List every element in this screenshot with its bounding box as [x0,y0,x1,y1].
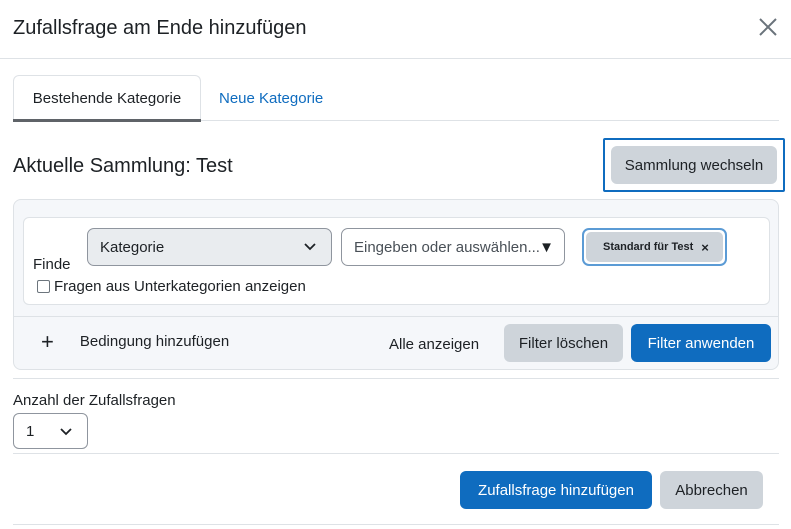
filter-panel: Finde Kategorie Eingeben oder auswählen.… [13,199,779,370]
tab-new-category[interactable]: Neue Kategorie [203,75,339,121]
selected-category-chip-focus: Standard für Test × [582,228,727,266]
tab-existing-category[interactable]: Bestehende Kategorie [13,75,201,122]
cancel-button[interactable]: Abbrechen [660,471,763,509]
divider [13,453,779,454]
dropdown-arrow-icon[interactable]: ▼ [539,239,554,256]
apply-filter-button[interactable]: Filter anwenden [631,324,771,362]
category-tabs: Bestehende Kategorie Neue Kategorie [13,75,779,122]
subcategories-label[interactable]: Fragen aus Unterkategorien anzeigen [54,278,306,295]
condition-type-value: Kategorie [100,238,165,256]
find-label: Finde [33,256,71,273]
add-condition-button[interactable]: + Bedingung hinzufügen [41,328,230,354]
random-count-select[interactable]: 1 [13,413,88,449]
clear-filter-button[interactable]: Filter löschen [504,324,623,362]
category-search-placeholder: Eingeben oder auswählen... [354,238,540,256]
chip-label: Standard für Test [603,241,694,253]
filter-condition: Finde Kategorie Eingeben oder auswählen.… [23,217,770,305]
add-random-question-button[interactable]: Zufallsfrage hinzufügen [460,471,652,509]
switch-collection-button[interactable]: Sammlung wechseln [611,146,777,184]
random-count-label: Anzahl der Zufallsfragen [13,392,176,409]
chevron-down-icon [60,428,72,436]
subcategories-checkbox[interactable] [37,280,50,293]
plus-icon: + [41,328,54,354]
switch-collection-focus-ring: Sammlung wechseln [603,138,785,192]
random-count-value: 1 [26,422,35,440]
add-condition-label: Bedingung hinzufügen [79,333,230,350]
collection-heading: Aktuelle Sammlung: Test [13,155,233,177]
filter-actions: + Bedingung hinzufügen Alle anzeigen Fil… [14,316,778,370]
modal-title: Zufallsfrage am Ende hinzufügen [13,17,307,39]
close-button[interactable] [755,12,781,42]
divider [13,378,779,379]
close-icon [759,18,777,36]
show-all-link[interactable]: Alle anzeigen [389,336,479,353]
chip-remove-icon[interactable]: × [701,240,709,255]
subcategories-option: Fragen aus Unterkategorien anzeigen [37,278,306,295]
modal-header: Zufallsfrage am Ende hinzufügen [0,0,791,59]
selected-category-chip[interactable]: Standard für Test × [586,232,723,262]
category-search-input[interactable]: Eingeben oder auswählen... ▼ [341,228,565,266]
divider [13,524,779,525]
condition-type-select[interactable]: Kategorie [87,228,332,266]
chevron-down-icon [304,243,316,251]
